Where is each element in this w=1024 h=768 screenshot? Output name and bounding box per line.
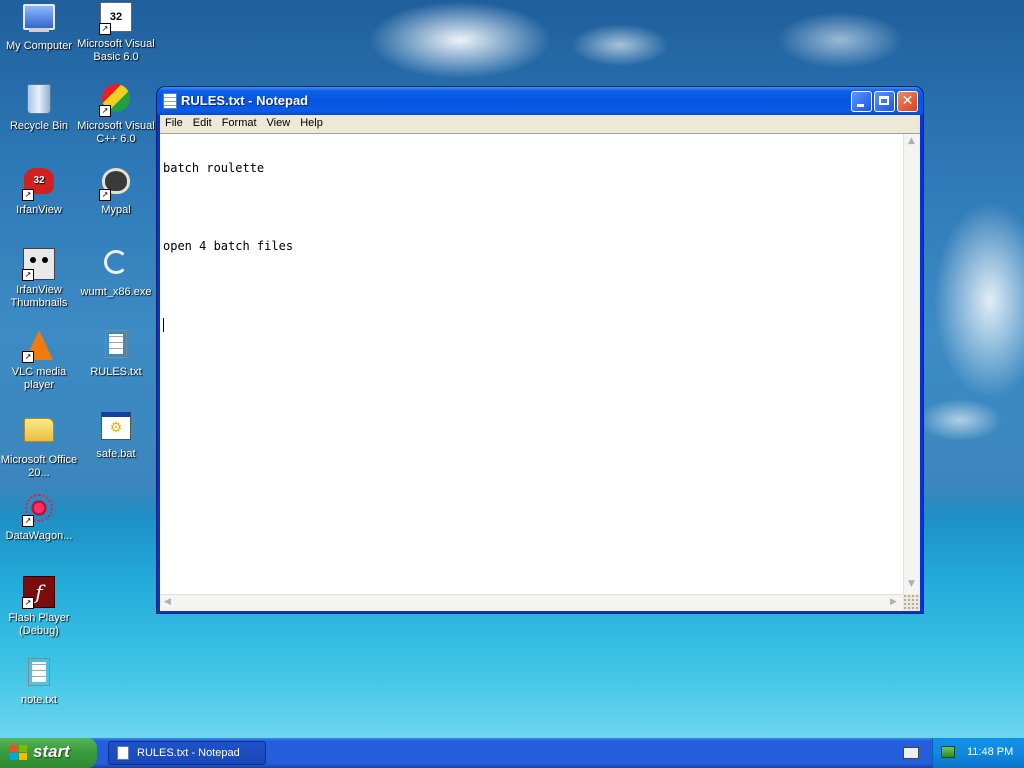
text-line	[163, 201, 903, 214]
text-file-icon	[23, 658, 55, 690]
horizontal-scrollbar[interactable]: ◀ ▶	[160, 594, 903, 611]
desktop-icon-label: Microsoft Visual C++ 6.0	[77, 120, 155, 145]
text-file-icon	[100, 330, 132, 362]
refresh-icon	[100, 250, 132, 282]
text-line: open 4 batch files	[163, 239, 294, 253]
desktop-icon-label: IrfanView	[16, 204, 62, 216]
recycle-bin-icon	[23, 84, 55, 116]
irfanview-icon: 32 ↗	[22, 168, 55, 201]
shortcut-arrow-icon: ↗	[22, 597, 34, 609]
desktop-icon-irfanview[interactable]: 32 ↗ IrfanView	[0, 166, 78, 217]
scroll-down-icon[interactable]: ▼	[904, 577, 919, 592]
batch-file-icon: ⚙	[100, 412, 132, 444]
computer-icon	[23, 4, 55, 36]
text-editor[interactable]: batch roulette open 4 batch files ▲ ▼ ◀ …	[160, 133, 920, 611]
resize-grip[interactable]	[903, 594, 920, 611]
scroll-left-icon[interactable]: ◀	[160, 595, 175, 610]
desktop-icon-rules-txt[interactable]: RULES.txt	[77, 330, 155, 379]
desktop-icon-visual-basic[interactable]: 32 ↗ Microsoft Visual Basic 6.0	[77, 2, 155, 64]
desktop-icon-label: RULES.txt	[90, 366, 142, 378]
desktop-icon-label: note.txt	[20, 694, 58, 706]
datawagon-icon: ↗	[22, 494, 55, 527]
caret-line	[163, 318, 903, 332]
title-bar[interactable]: RULES.txt - Notepad ✕	[157, 87, 923, 115]
desktop-icon-label: VLC media player	[11, 366, 67, 391]
desktop-icon-vlc[interactable]: ↗ VLC media player	[0, 330, 78, 392]
shortcut-arrow-icon: ↗	[22, 351, 34, 363]
notepad-window[interactable]: RULES.txt - Notepad ✕ File Edit Format View…	[157, 87, 923, 613]
shortcut-arrow-icon: ↗	[22, 189, 34, 201]
desktop-icon-mypal[interactable]: ↗ Mypal	[77, 166, 155, 217]
minimize-button[interactable]	[851, 91, 872, 112]
desktop-icon-label: Recycle Bin	[9, 120, 69, 132]
taskbar: start RULES.txt - Notepad 11:48 PM	[0, 738, 1024, 768]
desktop-icon-label: My Computer	[5, 40, 73, 52]
menu-format[interactable]: Format	[217, 115, 262, 129]
desktop-icon-recycle-bin[interactable]: Recycle Bin	[0, 84, 78, 133]
menu-help[interactable]: Help	[295, 115, 328, 129]
menu-edit[interactable]: Edit	[188, 115, 217, 129]
desktop-icon-label: Flash Player (Debug)	[8, 612, 70, 637]
text-line: batch roulette	[163, 161, 265, 175]
desktop-icon-visual-cpp[interactable]: ↗ Microsoft Visual C++ 6.0	[77, 84, 155, 146]
folder-icon	[23, 418, 55, 450]
desktop-icon-wumt[interactable]: wumt_x86.exe	[77, 248, 155, 299]
shortcut-arrow-icon: ↗	[99, 189, 111, 201]
clock[interactable]: 11:48 PM	[967, 746, 1013, 758]
shortcut-arrow-icon: ↗	[22, 515, 34, 527]
start-button[interactable]: start	[0, 738, 97, 768]
desktop-icon-note-txt[interactable]: note.txt	[0, 658, 78, 707]
desktop-icon-label: Microsoft Visual Basic 6.0	[77, 38, 155, 63]
desktop-icon-label: Mypal	[101, 204, 131, 216]
text-caret	[163, 318, 164, 332]
shortcut-arrow-icon: ↗	[99, 105, 111, 117]
visual-basic-icon: 32 ↗	[99, 2, 132, 35]
close-button[interactable]: ✕	[897, 91, 918, 112]
start-label: start	[33, 742, 70, 761]
menu-bar: File Edit Format View Help	[160, 115, 920, 133]
scroll-up-icon[interactable]: ▲	[904, 134, 919, 149]
maximize-icon	[875, 92, 894, 111]
mypal-raccoon-icon: ↗	[99, 168, 132, 201]
maximize-button[interactable]	[874, 91, 895, 112]
keyboard-icon[interactable]	[903, 747, 919, 759]
text-line	[163, 279, 903, 292]
system-tray: 11:48 PM	[932, 738, 1024, 768]
desktop-icon-my-computer[interactable]: My Computer	[0, 2, 78, 53]
desktop-icon-flash-player[interactable]: f ↗ Flash Player (Debug)	[0, 576, 78, 638]
notepad-icon[interactable]	[163, 93, 177, 109]
desktop-icon-label: IrfanView Thumbnails	[10, 284, 68, 309]
network-icon[interactable]	[941, 746, 955, 758]
shortcut-arrow-icon: ↗	[99, 23, 111, 35]
desktop-icon-datawagon[interactable]: ↗ DataWagon...	[0, 494, 78, 543]
shortcut-arrow-icon: ↗	[22, 269, 34, 281]
desktop-icon-label: Microsoft Office 20...	[0, 454, 78, 479]
notepad-icon	[117, 746, 129, 760]
close-icon: ✕	[901, 93, 914, 109]
window-title: RULES.txt - Notepad	[181, 93, 309, 108]
visual-cpp-icon: ↗	[99, 84, 132, 117]
menu-file[interactable]: File	[160, 115, 188, 129]
desktop-icon-office[interactable]: Microsoft Office 20...	[0, 412, 78, 480]
desktop-icon-label: safe.bat	[96, 448, 136, 460]
windows-logo-icon	[10, 745, 28, 761]
panda-icon: ↗	[22, 248, 55, 281]
vlc-cone-icon: ↗	[22, 330, 55, 363]
minimize-icon	[852, 92, 871, 111]
desktop-icon-label: wumt_x86.exe	[80, 286, 152, 298]
taskbar-button-label: RULES.txt - Notepad	[137, 747, 240, 759]
text-area[interactable]: batch roulette open 4 batch files	[163, 136, 903, 591]
scroll-right-icon[interactable]: ▶	[886, 595, 901, 610]
desktop-icon-safe-bat[interactable]: ⚙ safe.bat	[77, 412, 155, 461]
desktop-icon-irfanview-thumbnails[interactable]: ↗ IrfanView Thumbnails	[0, 248, 78, 310]
vertical-scrollbar[interactable]: ▲ ▼	[903, 134, 920, 594]
desktop-icon-label: DataWagon...	[5, 530, 73, 542]
menu-view[interactable]: View	[262, 115, 296, 129]
taskbar-button-notepad[interactable]: RULES.txt - Notepad	[108, 741, 266, 765]
flash-icon: f ↗	[22, 576, 55, 609]
